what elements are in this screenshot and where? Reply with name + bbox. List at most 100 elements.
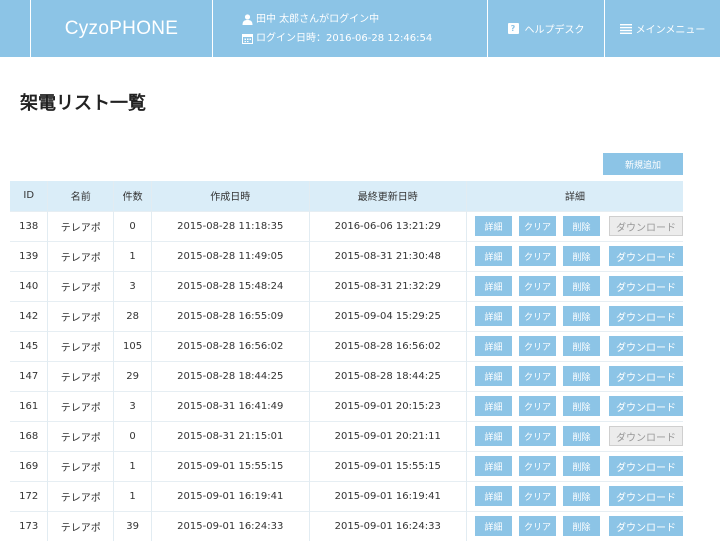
cell-actions: 詳細 クリア 削除 ダウンロード (466, 510, 683, 541)
clear-button[interactable]: クリア (518, 306, 556, 326)
download-button[interactable]: ダウンロード (608, 516, 683, 537)
delete-button[interactable]: 削除 (562, 396, 600, 416)
cell-id: 173 (10, 510, 49, 541)
detail-button[interactable]: 詳細 (474, 426, 512, 446)
clear-button[interactable]: クリア (518, 516, 556, 537)
cell-actions: 詳細 クリア 削除 ダウンロード (466, 330, 683, 361)
detail-button[interactable]: 詳細 (474, 306, 512, 326)
delete-button[interactable]: 削除 (562, 306, 600, 326)
download-button[interactable]: ダウンロード (608, 276, 683, 296)
download-button[interactable]: ダウンロード (608, 486, 683, 506)
clear-button[interactable]: クリア (518, 426, 556, 446)
detail-button[interactable]: 詳細 (474, 516, 512, 537)
detail-button[interactable]: 詳細 (474, 216, 512, 236)
clear-button[interactable]: クリア (518, 216, 556, 236)
cell-actions: 詳細 クリア 削除 ダウンロード (466, 210, 683, 241)
cell-created: 2015-08-28 15:48:24 (151, 270, 310, 301)
cell-updated: 2015-09-04 15:29:25 (309, 300, 467, 331)
cell-name: テレアポ (47, 480, 115, 511)
column-header-id: ID (10, 181, 49, 211)
column-header-created: 作成日時 (151, 181, 310, 211)
cell-updated: 2016-06-06 13:21:29 (309, 210, 467, 241)
delete-button[interactable]: 削除 (562, 426, 600, 446)
cell-count: 3 (113, 270, 153, 301)
download-button[interactable]: ダウンロード (608, 396, 683, 416)
download-button[interactable]: ダウンロード (608, 366, 683, 386)
cell-created: 2015-08-28 18:44:25 (151, 360, 310, 391)
cell-name: テレアポ (47, 270, 115, 301)
cell-actions: 詳細 クリア 削除 ダウンロード (466, 390, 683, 421)
helpdesk-label: ヘルプデスク (524, 25, 585, 36)
delete-button[interactable]: 削除 (562, 246, 600, 266)
cell-created: 2015-08-28 16:56:02 (151, 330, 310, 361)
cell-id: 168 (10, 420, 49, 451)
cell-id: 139 (10, 240, 49, 271)
main-menu-link[interactable]: メインメニュー (605, 0, 720, 57)
cell-count: 29 (113, 360, 153, 391)
column-header-updated: 最終更新日時 (309, 181, 467, 211)
add-new-button[interactable]: 新規追加 (603, 153, 683, 175)
cell-id: 169 (10, 450, 49, 481)
cell-name: テレアポ (47, 330, 115, 361)
download-button[interactable]: ダウンロード (608, 456, 683, 476)
delete-button[interactable]: 削除 (562, 366, 600, 386)
cell-actions: 詳細 クリア 削除 ダウンロード (466, 300, 683, 331)
clear-button[interactable]: クリア (518, 396, 556, 416)
cell-created: 2015-08-31 16:41:49 (151, 390, 310, 421)
cell-updated: 2015-08-31 21:30:48 (309, 240, 467, 271)
download-button[interactable]: ダウンロード (608, 306, 683, 326)
cell-name: テレアポ (47, 240, 115, 271)
delete-button[interactable]: 削除 (562, 216, 600, 236)
detail-button[interactable]: 詳細 (474, 366, 512, 386)
app-logo[interactable]: CyzoPHONE (31, 0, 212, 57)
table-row: 140 テレアポ 3 2015-08-28 15:48:24 2015-08-31 21… (10, 270, 683, 301)
login-time-text: ログイン日時：2016-06-28 12:46:54 (256, 32, 433, 44)
table-row: 169 テレアポ 1 2015-09-01 15:55:15 2015-09-01 15… (10, 450, 683, 481)
delete-button[interactable]: 削除 (562, 486, 600, 506)
clear-button[interactable]: クリア (518, 456, 556, 476)
download-button[interactable]: ダウンロード (608, 246, 683, 266)
clear-button[interactable]: クリア (518, 276, 556, 296)
cell-count: 1 (113, 240, 153, 271)
table-row: 145 テレアポ 105 2015-08-28 16:56:02 2015-08-28 … (10, 330, 683, 361)
download-button[interactable]: ダウンロード (608, 216, 683, 236)
delete-button[interactable]: 削除 (562, 456, 600, 476)
cell-count: 3 (113, 390, 153, 421)
page-title: 架電リスト一覧 (20, 93, 146, 114)
clear-button[interactable]: クリア (518, 336, 556, 356)
detail-button[interactable]: 詳細 (474, 486, 512, 506)
cell-created: 2015-09-01 16:19:41 (151, 480, 310, 511)
cell-name: テレアポ (47, 210, 115, 241)
detail-button[interactable]: 詳細 (474, 456, 512, 476)
table-row: 173 テレアポ 39 2015-09-01 16:24:33 2015-09-01 1… (10, 510, 683, 541)
cell-updated: 2015-08-28 18:44:25 (309, 360, 467, 391)
cell-actions: 詳細 クリア 削除 ダウンロード (466, 270, 683, 301)
clear-button[interactable]: クリア (518, 246, 556, 266)
delete-button[interactable]: 削除 (562, 336, 600, 356)
detail-button[interactable]: 詳細 (474, 336, 512, 356)
cell-updated: 2015-09-01 16:24:33 (309, 510, 467, 541)
cell-count: 28 (113, 300, 153, 331)
top-header: CyzoPHONE 田中 太郎さんがログイン中 ログイン日時：2016-06-2… (0, 0, 720, 57)
detail-button[interactable]: 詳細 (474, 396, 512, 416)
cell-actions: 詳細 クリア 削除 ダウンロード (466, 450, 683, 481)
delete-button[interactable]: 削除 (562, 276, 600, 296)
table-row: 142 テレアポ 28 2015-08-28 16:55:09 2015-09-04 1… (10, 300, 683, 331)
login-info: 田中 太郎さんがログイン中 ログイン日時：2016-06-28 12:46:54 (242, 10, 432, 48)
helpdesk-link[interactable]: ? ヘルプデスク (488, 0, 604, 57)
detail-button[interactable]: 詳細 (474, 276, 512, 296)
table-header-row: ID 名前 件数 作成日時 最終更新日時 詳細 (10, 181, 683, 211)
delete-button[interactable]: 削除 (562, 516, 600, 537)
cell-id: 140 (10, 270, 49, 301)
download-button[interactable]: ダウンロード (608, 426, 683, 446)
download-button[interactable]: ダウンロード (608, 336, 683, 356)
clear-button[interactable]: クリア (518, 366, 556, 386)
calendar-icon (242, 34, 253, 44)
cell-name: テレアポ (47, 510, 115, 541)
detail-button[interactable]: 詳細 (474, 246, 512, 266)
cell-actions: 詳細 クリア 削除 ダウンロード (466, 420, 683, 451)
table-row: 138 テレアポ 0 2015-08-28 11:18:35 2016-06-06 13… (10, 210, 683, 241)
clear-button[interactable]: クリア (518, 486, 556, 506)
cell-id: 138 (10, 210, 49, 241)
cell-updated: 2015-08-28 16:56:02 (309, 330, 467, 361)
